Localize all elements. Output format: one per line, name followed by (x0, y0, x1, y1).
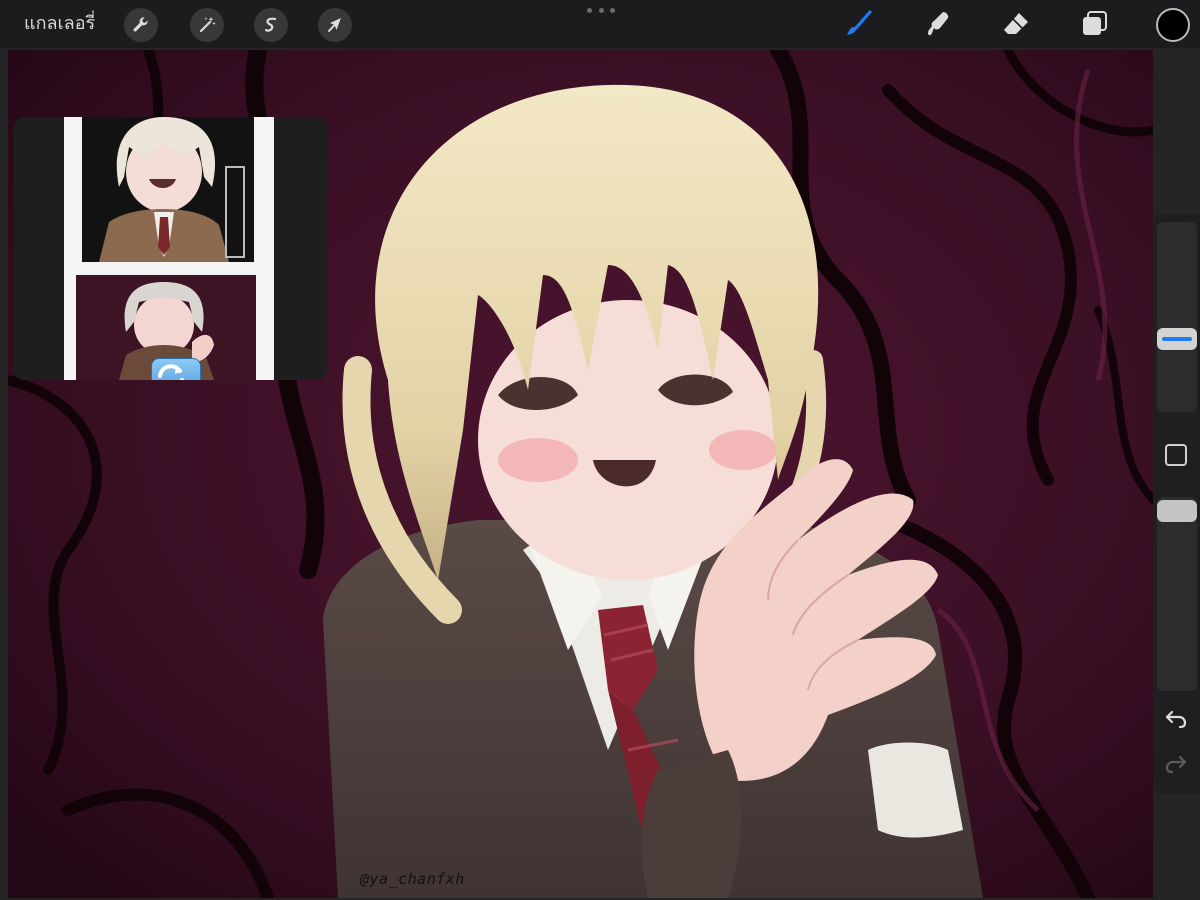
eraser-tool-button[interactable] (998, 6, 1034, 42)
toolbar-grip-handle[interactable] (587, 8, 615, 14)
redo-button[interactable] (1163, 750, 1189, 776)
brush-size-thumb[interactable] (1157, 327, 1197, 350)
artist-signature: @ya_chanfxh (360, 870, 465, 888)
wrench-icon (133, 17, 148, 32)
reference-image (14, 117, 327, 380)
selection-icon (264, 17, 277, 32)
layers-icon (1083, 11, 1107, 35)
color-picker-button[interactable] (1156, 8, 1190, 42)
undo-icon (1165, 710, 1187, 729)
magic-wand-icon (199, 17, 216, 33)
layers-button[interactable] (1076, 6, 1112, 42)
transform-button[interactable] (318, 8, 352, 42)
reference-sync-button[interactable] (151, 358, 201, 380)
smudge-icon (928, 12, 949, 36)
selection-button[interactable] (254, 8, 288, 42)
brush-opacity-thumb[interactable] (1157, 500, 1197, 522)
refresh-icon (158, 364, 184, 380)
eraser-icon (1004, 13, 1028, 34)
redo-icon (1165, 755, 1187, 774)
top-toolbar: แกลเลอรี่ (0, 0, 1200, 48)
brush-tool-button[interactable] (840, 6, 876, 42)
brush-opacity-slider[interactable] (1157, 497, 1197, 691)
adjustments-button[interactable] (190, 8, 224, 42)
gallery-button[interactable]: แกลเลอรี่ (24, 12, 95, 36)
brush-icon (847, 10, 872, 35)
reference-window[interactable] (14, 117, 327, 380)
smudge-tool-button[interactable] (920, 6, 956, 42)
brush-size-slider[interactable] (1157, 222, 1197, 412)
undo-button[interactable] (1163, 705, 1189, 731)
transform-arrow-icon (328, 18, 341, 32)
modify-button[interactable] (1165, 444, 1187, 466)
actions-button[interactable] (124, 8, 158, 42)
